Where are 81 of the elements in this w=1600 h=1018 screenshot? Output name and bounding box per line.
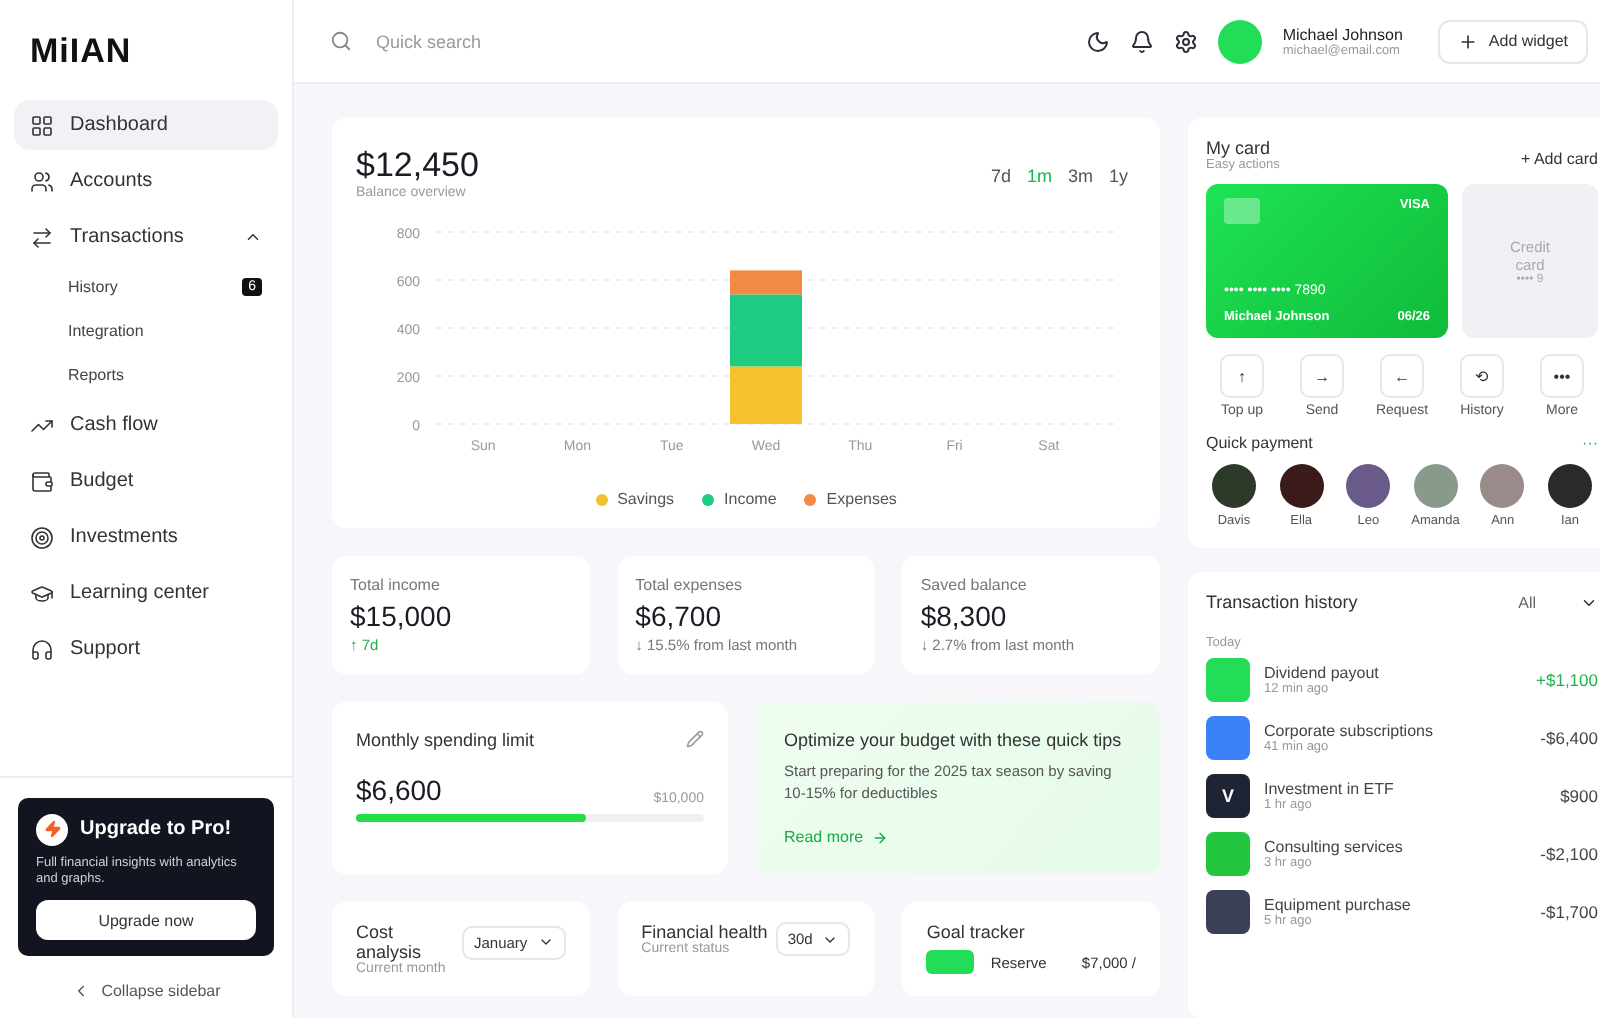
brand-logo: MiIAN (28, 30, 134, 74)
card-title: My card (1206, 138, 1273, 158)
add-widget-button[interactable]: Add widget (1438, 19, 1588, 63)
nav-icon (30, 169, 54, 193)
contact-avatar[interactable] (1212, 464, 1256, 508)
transaction-name: Consulting services (1264, 838, 1405, 856)
contact-avatar[interactable] (1279, 464, 1324, 508)
nav-icon (30, 225, 54, 249)
avatar (1218, 19, 1263, 63)
search-icon (330, 30, 352, 52)
range-tab[interactable]: 3m (1059, 166, 1101, 186)
action-button[interactable]: → (1300, 354, 1344, 398)
transaction-icon: V (1206, 774, 1250, 818)
section-title: Quick payment (1206, 434, 1313, 452)
transaction-name: Corporate subscriptions (1264, 722, 1435, 740)
add-card-link[interactable]: + Add card (1521, 150, 1598, 172)
stat-label: Total income (350, 576, 442, 594)
nav-item[interactable]: Dashboard (14, 100, 278, 150)
nav-icon (30, 525, 54, 549)
nav-subitem[interactable]: Integration (14, 312, 278, 350)
legend-label: Savings (617, 490, 675, 508)
nav-subitem[interactable]: Reports (14, 356, 278, 394)
nav-item[interactable]: Transactions (14, 212, 278, 262)
action-button[interactable]: ↑ (1220, 354, 1264, 398)
transaction-amount: $900 (1560, 786, 1598, 806)
range-tab[interactable]: 1y (1100, 166, 1136, 186)
stat-value: $15,000 (350, 600, 454, 632)
chart-bar (730, 366, 802, 424)
upgrade-button[interactable]: Upgrade now (36, 900, 256, 940)
nav-icon (30, 637, 54, 661)
legend-label: Expenses (826, 490, 897, 508)
card-title: Monthly spending limit (356, 730, 535, 750)
nav-item[interactable]: Support (14, 624, 278, 674)
card-title: Goal tracker (926, 922, 1027, 942)
upgrade-title: Upgrade to Pro! (80, 818, 232, 841)
action-button[interactable]: ⟲ (1460, 354, 1504, 398)
transaction-name: Investment in ETF (1264, 780, 1396, 798)
pencil-icon[interactable] (686, 730, 704, 748)
search-field[interactable]: Quick search (372, 29, 1067, 53)
filter-select[interactable]: All (1518, 593, 1598, 611)
nav-icon (30, 469, 54, 493)
transaction-amount: +$1,100 (1536, 670, 1598, 690)
goal-icon (926, 950, 975, 974)
chevron-icon (537, 934, 554, 950)
nav-item[interactable]: Learning center (14, 568, 278, 618)
collapse-sidebar-button[interactable]: Collapse sidebar (18, 980, 274, 1002)
stat-value: $6,700 (635, 600, 723, 632)
stat-label: Saved balance (920, 576, 1029, 594)
card-title: Financial health (641, 922, 768, 942)
lightning-icon (36, 813, 68, 846)
card-title: Transaction history (1206, 592, 1358, 612)
nav-icon (30, 581, 54, 605)
card-title: Cost analysis (356, 922, 422, 962)
arrow-icon (871, 829, 888, 845)
nav-icon (30, 113, 54, 137)
user-name: Michael Johnson (1282, 25, 1403, 43)
transaction-amount: -$1,700 (1540, 902, 1598, 922)
range-tab[interactable]: 7d (982, 166, 1019, 186)
nav-item[interactable]: Accounts (14, 156, 278, 206)
limit-value: $6,600 (356, 774, 442, 806)
plus-icon (1458, 31, 1479, 51)
balance-amount: $12,450 (356, 146, 479, 185)
tips-title: Optimize your budget with these quick tips (784, 730, 1124, 750)
nav-item[interactable]: Cash flow (14, 400, 278, 450)
settings-icon[interactable] (1174, 29, 1199, 53)
moon-icon[interactable] (1086, 29, 1111, 53)
transaction-name: Equipment purchase (1264, 896, 1413, 914)
transaction-amount: -$6,400 (1540, 728, 1598, 748)
contact-avatar[interactable] (1547, 464, 1592, 508)
transaction-amount: -$2,100 (1540, 844, 1598, 864)
legend-label: Income (724, 490, 777, 508)
chip-icon (1224, 198, 1260, 224)
stat-label: Total expenses (635, 576, 745, 594)
bell-icon[interactable] (1130, 29, 1155, 53)
nav-item[interactable]: Investments (14, 512, 278, 562)
stat-value: $8,300 (920, 600, 1009, 632)
transaction-name: Dividend payout (1264, 664, 1381, 682)
contact-avatar[interactable] (1346, 464, 1391, 508)
action-button[interactable]: ••• (1540, 354, 1584, 398)
action-button[interactable]: ← (1380, 354, 1424, 398)
nav-item[interactable]: Budget (14, 456, 278, 506)
